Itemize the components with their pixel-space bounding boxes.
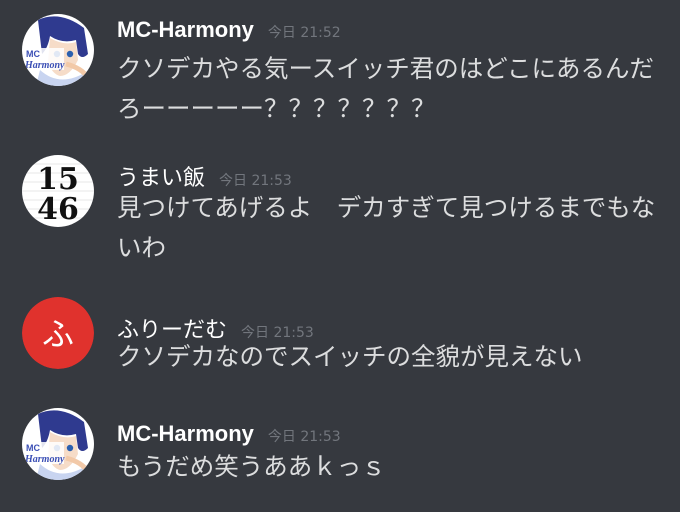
digits-bottom: 46: [37, 192, 79, 227]
anime-character-avatar-icon: MC Harmony: [22, 408, 94, 480]
message-text: クソデカやる気ースイッチ君のはどこにあるんだろーーーーー？？？？？？？: [117, 54, 655, 123]
red-kana-avatar-icon: ふ: [22, 297, 94, 369]
avatar[interactable]: MC Harmony: [22, 14, 94, 86]
chat-message-list: MC Harmony MC-Harmony 今日 21:52 クソデカやる気ースイ…: [0, 0, 680, 512]
message-text: もうだめ笑うああｋっｓ: [117, 452, 386, 481]
message-header: MC-Harmony 今日 21:53: [117, 421, 341, 447]
numbers-1546-avatar-icon: 15 46: [22, 155, 94, 227]
timestamp[interactable]: 今日 21:53: [268, 429, 341, 445]
logo-text-mc: MC: [26, 443, 40, 453]
avatar[interactable]: MC Harmony: [22, 408, 94, 480]
anime-character-avatar-icon: MC Harmony: [22, 14, 94, 86]
message-text: クソデカなのでスイッチの全貌が見えない: [117, 342, 583, 371]
avatar[interactable]: 15 46: [22, 155, 94, 227]
timestamp[interactable]: 今日 21:53: [219, 173, 292, 189]
logo-text-harmony: Harmony: [24, 60, 65, 71]
logo-text-mc: MC: [26, 49, 40, 59]
author-name[interactable]: MC-Harmony: [117, 17, 254, 42]
timestamp[interactable]: 今日 21:52: [268, 25, 341, 41]
message-text: 見つけてあげるよ デカすぎて見つけるまでもないわ: [117, 193, 656, 262]
message-header: MC-Harmony 今日 21:52: [117, 17, 341, 43]
author-name[interactable]: MC-Harmony: [117, 421, 254, 446]
kana-glyph: ふ: [42, 315, 74, 353]
logo-text-harmony: Harmony: [24, 454, 65, 465]
avatar[interactable]: ふ: [22, 297, 94, 369]
